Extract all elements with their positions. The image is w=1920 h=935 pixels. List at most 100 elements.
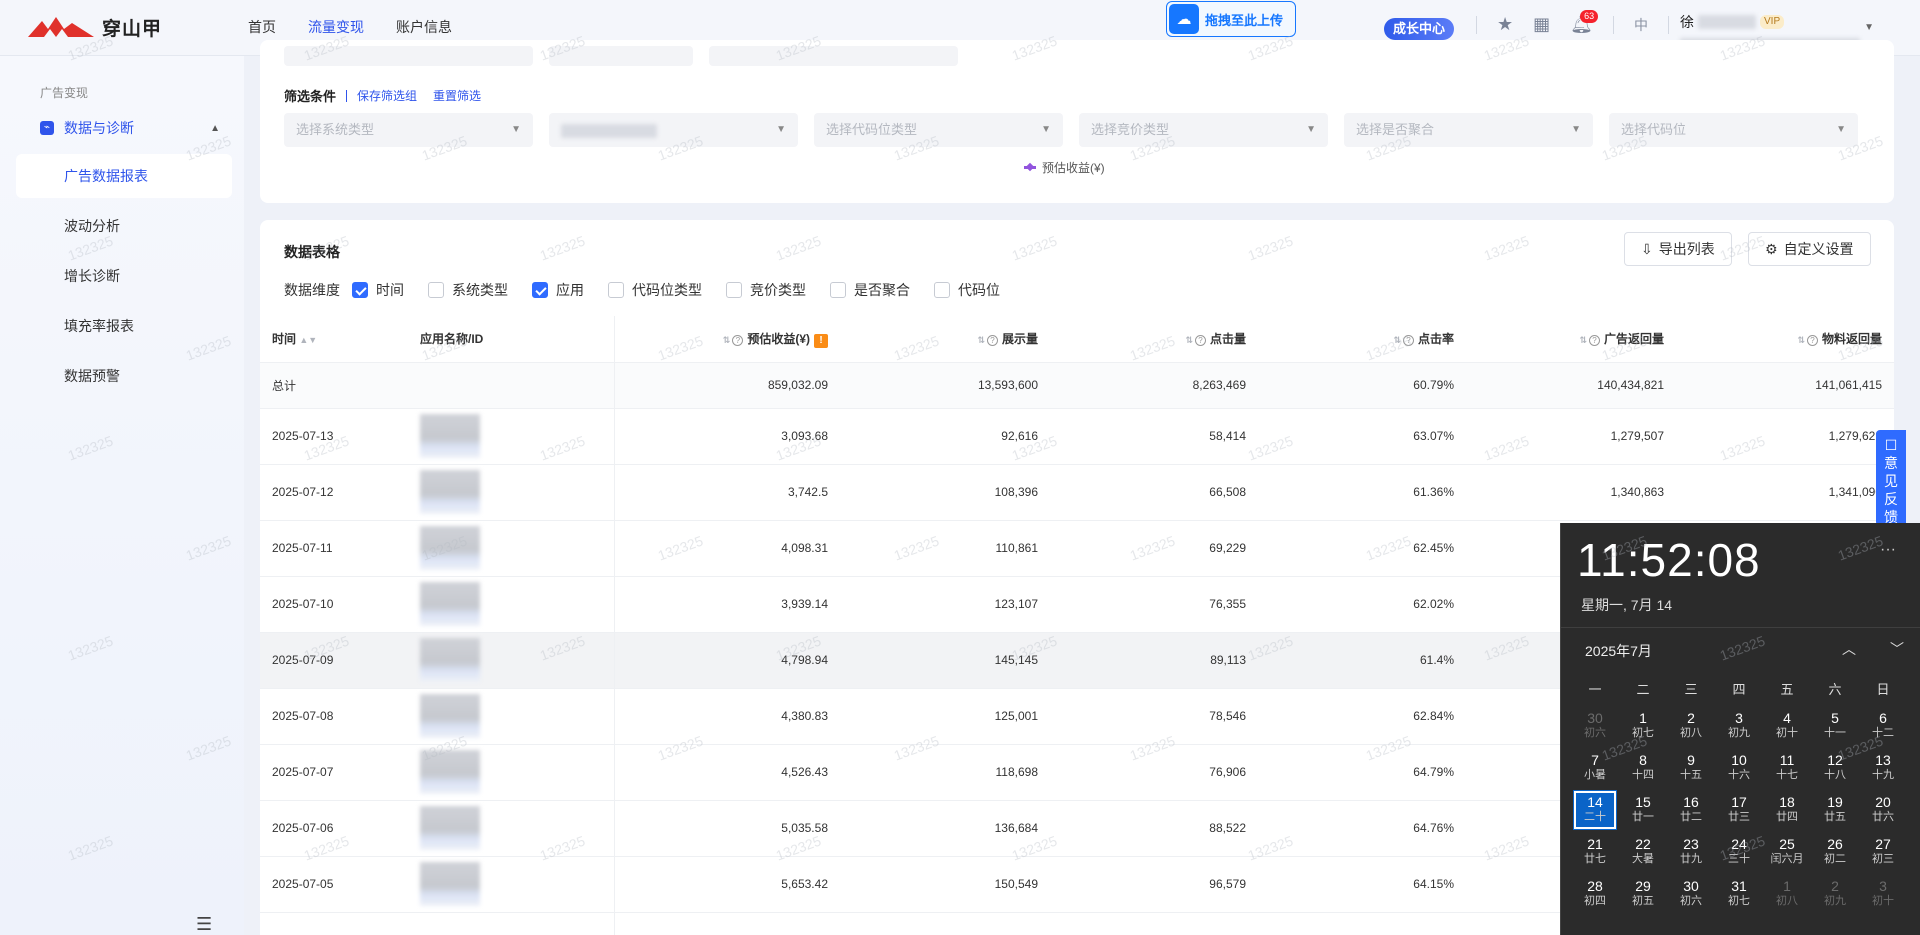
calendar-month[interactable]: 2025年7月 [1585,641,1652,661]
bidding-type-select[interactable]: 选择竞价类型 ▼ [1079,113,1328,147]
sort-icon[interactable]: ⇅ [1797,335,1805,345]
calendar-day[interactable]: 1 初八 [1763,873,1811,915]
calendar-day[interactable]: 18 廿四 [1763,789,1811,831]
star-icon[interactable]: ★ [1497,14,1513,35]
language-switch[interactable]: 中 [1634,15,1648,35]
calendar-day[interactable]: 16 廿二 [1667,789,1715,831]
calendar-day[interactable]: 4 初十 [1763,705,1811,747]
calendar-day[interactable]: 3 初九 [1715,705,1763,747]
help-icon[interactable]: ? [732,334,744,346]
calendar-day[interactable]: 28 初四 [1571,873,1619,915]
checkbox[interactable] [608,282,624,298]
checkbox[interactable] [352,282,368,298]
aggregation-select[interactable]: 选择是否聚合 ▼ [1344,113,1593,147]
filter-field-partial[interactable] [709,46,958,66]
dimension-checkbox[interactable]: 代码位类型 [608,280,702,300]
chevron-up-icon[interactable]: ︿ [1842,639,1856,659]
help-icon[interactable]: ? [1588,335,1600,347]
checkbox[interactable] [428,282,444,298]
calendar-day[interactable]: 2 初九 [1811,873,1859,915]
more-options-icon[interactable]: ··· [1880,541,1896,559]
system-type-select[interactable]: 选择系统类型 ▼ [284,113,533,147]
table-row[interactable]: 2025-07-12 3,742.5 108,396 66,508 61.36% 1,34… [260,464,1894,521]
checkbox[interactable] [726,282,742,298]
dimension-checkbox[interactable]: 时间 [352,280,404,300]
calendar-day[interactable]: 19 廿五 [1811,789,1859,831]
bell-icon[interactable]: 🔔︎ 63 [1570,10,1599,35]
sidebar-item-fill-rate[interactable]: 填充率报表 [16,304,232,348]
calendar-day[interactable]: 30 初六 [1667,873,1715,915]
column-header-ad-returns[interactable]: ⇅? 广告返回量 [1466,316,1676,363]
calendar-day[interactable]: 29 初五 [1619,873,1667,915]
dimension-checkbox[interactable]: 竞价类型 [726,280,806,300]
calendar-day[interactable]: 5 十一 [1811,705,1859,747]
calendar-day[interactable]: 8 十四 [1619,747,1667,789]
sort-icon[interactable]: ▲▼ [299,335,317,345]
apps-grid-icon[interactable]: ▦ [1533,14,1550,35]
calendar-day[interactable]: 25 闰六月 [1763,831,1811,873]
calendar-day[interactable]: 7 小暑 [1571,747,1619,789]
growth-center-button[interactable]: 成长中心 [1384,18,1455,40]
calendar-day[interactable]: 13 十九 [1859,747,1907,789]
filter-field-partial[interactable] [549,46,693,66]
save-filter-link[interactable]: 保存筛选组 [357,87,417,104]
calendar-day[interactable]: 20 廿六 [1859,789,1907,831]
calendar-day[interactable]: 31 初七 [1715,873,1763,915]
calendar-day[interactable]: 10 十六 [1715,747,1763,789]
column-header-impressions[interactable]: ⇅? 展示量 [840,316,1050,363]
calendar-day[interactable]: 21 廿七 [1571,831,1619,873]
calendar-day[interactable]: 17 廿三 [1715,789,1763,831]
drag-upload-button[interactable]: ☁ 拖拽至此上传 [1166,1,1296,37]
calendar-day[interactable]: 22 大暑 [1619,831,1667,873]
app-select[interactable]: ▼ [549,113,798,147]
ad-slot-select[interactable]: 选择代码位 ▼ [1609,113,1858,147]
reset-filter-link[interactable]: 重置筛选 [433,87,481,104]
sort-icon[interactable]: ⇅ [1393,335,1401,345]
help-icon[interactable]: ? [1806,335,1818,347]
column-header-clicks[interactable]: ⇅? 点击量 [1050,316,1258,363]
calendar-day-today[interactable]: 14 二十 [1573,790,1617,830]
calendar-day[interactable]: 1 初七 [1619,705,1667,747]
help-icon[interactable]: ? [986,335,998,347]
column-header-time[interactable]: 时间 ▲▼ [260,316,408,363]
calendar-day[interactable]: 12 十八 [1811,747,1859,789]
dimension-checkbox[interactable]: 系统类型 [428,280,508,300]
calendar-day[interactable]: 2 初八 [1667,705,1715,747]
column-header-material-returns[interactable]: ⇅? 物料返回量 [1676,316,1894,363]
checkbox[interactable] [830,282,846,298]
sort-icon[interactable]: ⇅ [1579,335,1587,345]
calendar-day[interactable]: 15 廿一 [1619,789,1667,831]
sidebar-item-fluctuation[interactable]: 波动分析 [16,204,232,248]
export-list-button[interactable]: ⇩ 导出列表 [1624,232,1732,266]
column-header-revenue[interactable]: ⇅? 预估收益(¥)! [614,316,840,363]
calendar-day[interactable]: 9 十五 [1667,747,1715,789]
sort-icon[interactable]: ⇅ [723,335,731,345]
calendar-day[interactable]: 23 廿九 [1667,831,1715,873]
warning-icon[interactable]: ! [814,333,828,348]
ad-slot-type-select[interactable]: 选择代码位类型 ▼ [814,113,1063,147]
help-icon[interactable]: ? [1194,335,1206,347]
filter-field-partial[interactable] [284,46,533,66]
dimension-checkbox[interactable]: 应用 [532,280,584,300]
collapse-menu-icon[interactable]: ☰ [196,914,212,935]
calendar-day[interactable]: 24 三十 [1715,831,1763,873]
feedback-tab[interactable]: ☐ 意见反馈 [1876,430,1906,526]
calendar-day[interactable]: 3 初十 [1859,873,1907,915]
sidebar-parent-data-diagnosis[interactable]: ⌁ 数据与诊断 ▲ [40,118,220,138]
calendar-day[interactable]: 26 初二 [1811,831,1859,873]
custom-settings-button[interactable]: ⚙ 自定义设置 [1748,232,1871,266]
sidebar-item-growth[interactable]: 增长诊断 [16,254,232,298]
chevron-down-icon[interactable]: ﹀ [1890,639,1904,659]
calendar-day[interactable]: 6 十二 [1859,705,1907,747]
logo[interactable]: 穿山甲 [28,14,162,41]
calendar-day[interactable]: 11 十七 [1763,747,1811,789]
help-icon[interactable]: ? [1402,335,1414,347]
table-row[interactable]: 2025-07-13 3,093.68 92,616 58,414 63.07% 1,27… [260,408,1894,465]
column-header-ctr[interactable]: ⇅? 点击率 [1258,316,1466,363]
checkbox[interactable] [934,282,950,298]
sidebar-item-ad-report[interactable]: 广告数据报表 [16,154,232,198]
dimension-checkbox[interactable]: 代码位 [934,280,1000,300]
chart-legend[interactable]: 预估收益(¥) [1024,159,1105,176]
dimension-checkbox[interactable]: 是否聚合 [830,280,910,300]
sort-icon[interactable]: ⇅ [977,335,985,345]
